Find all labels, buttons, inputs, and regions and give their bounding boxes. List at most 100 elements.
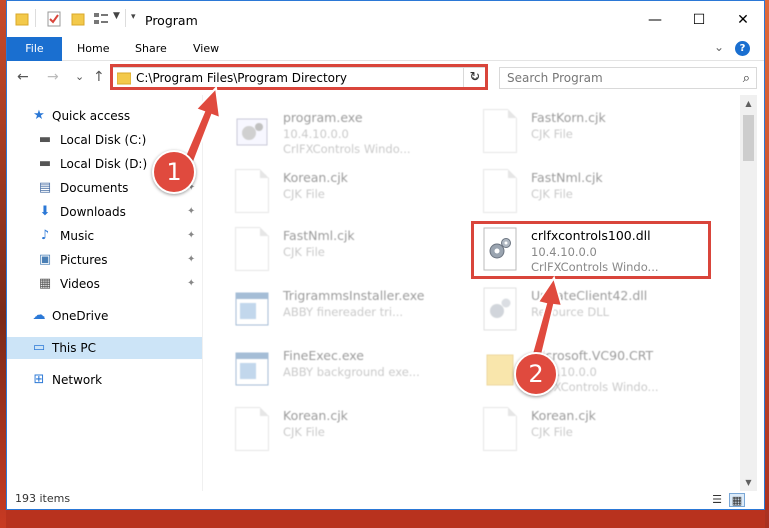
file-description: Resource DLL [531,305,610,319]
list-item[interactable]: UpdateClient42.dll Resource DLL [483,283,723,335]
step-2-badge: 2 [514,352,558,396]
window-app-icon [235,352,269,386]
file-description: ABBY background exe... [283,365,420,379]
documents-icon: ▤ [38,180,52,195]
close-button[interactable]: ✕ [721,7,764,33]
back-button[interactable]: ← [17,69,29,85]
sidebar-item-label: Documents [60,181,129,195]
star-icon: ★ [33,108,45,123]
new-folder-icon[interactable] [71,11,85,27]
search-placeholder: Search Program [507,71,603,85]
sidebar-item-label: Downloads [60,205,126,219]
file-name: UpdateClient42.dll [531,288,648,303]
file-highlight-box [471,221,711,279]
help-icon[interactable]: ? [735,41,750,56]
sidebar-item-downloads[interactable]: ⬇ Downloads ✦ [7,201,202,223]
details-view-icon[interactable]: ☰ [709,493,725,507]
dll-gear-icon [483,287,517,331]
pin-icon[interactable]: ✦ [187,225,195,247]
pin-icon[interactable]: ✦ [187,201,195,223]
music-icon: ♪ [40,228,50,243]
quick-access-dropdown-icon[interactable]: ▾ [131,12,136,22]
list-item[interactable]: program.exe 10.4.10.0.0 CrlFXControls Wi… [235,105,475,157]
sidebar-item-label: Local Disk (D:) [60,157,148,171]
tab-home[interactable]: Home [77,37,109,61]
computer-icon: ▭ [32,340,46,355]
pictures-icon: ▣ [38,252,52,267]
file-type: CJK File [531,187,573,201]
address-highlight-box [110,64,488,90]
list-item[interactable]: FineExec.exe ABBY background exe... [235,343,475,395]
file-type: CJK File [283,245,325,259]
scroll-thumb[interactable] [743,115,754,161]
drive-icon: ▬ [38,156,52,171]
file-name: program.exe [283,110,363,125]
recent-locations-button[interactable]: ⌄ [75,70,84,83]
tab-file[interactable]: File [7,37,62,61]
document-icon [235,169,269,213]
title-bar: ▼ ▾ Program — ☐ ✕ [7,1,764,37]
sidebar-item-label: Local Disk (C:) [60,133,147,147]
sidebar-item-music[interactable]: ♪ Music ✦ [7,225,202,247]
document-icon [235,407,269,451]
list-item[interactable]: FastKorn.cjk CJK File [483,105,723,157]
file-name: FastNml.cjk [531,170,603,185]
download-icon: ⬇ [39,204,51,219]
forward-button[interactable]: → [47,69,59,85]
file-type: CJK File [531,425,573,439]
pin-icon[interactable]: ✦ [187,249,195,271]
tab-share[interactable]: Share [135,37,167,61]
file-name: Korean.cjk [531,408,596,423]
folder-icon [486,354,514,386]
list-item[interactable]: TrigrammsInstaller.exe ABBY finereader t… [235,283,475,335]
maximize-button[interactable]: ☐ [677,7,721,33]
folder-icon [15,13,29,26]
sidebar-item-label: Music [60,229,95,243]
vertical-scrollbar[interactable]: ▲ ▼ [740,95,757,491]
properties-icon[interactable] [47,11,61,27]
list-item[interactable]: Korean.cjk CJK File [235,403,475,455]
pin-icon[interactable]: ✦ [187,273,195,295]
search-input[interactable]: Search Program ⌕ [499,67,757,89]
file-name: Korean.cjk [283,170,348,185]
file-type: CJK File [283,425,325,439]
sidebar-item-onedrive[interactable]: ☁ OneDrive [7,305,202,327]
sidebar-item-label: Videos [60,277,100,291]
scroll-down-icon[interactable]: ▼ [740,474,757,491]
search-icon: ⌕ [742,71,750,86]
document-icon [483,407,517,451]
list-item[interactable]: Korean.cjk CJK File [483,403,723,455]
document-icon [483,169,517,213]
sidebar-item-label: Pictures [60,253,108,267]
sidebar-item-videos[interactable]: ▦ Videos ✦ [7,273,202,295]
cloud-icon: ☁ [32,308,46,323]
drive-icon: ▬ [38,132,52,147]
window-title: Program [145,13,198,28]
list-item[interactable]: Korean.cjk CJK File [235,165,475,217]
up-button[interactable]: ↑ [93,69,105,85]
file-name: FastKorn.cjk [531,110,606,125]
tab-view[interactable]: View [193,37,219,61]
file-name: FineExec.exe [283,348,364,363]
file-version: 10.4.10.0.0 [283,127,349,141]
sidebar-item-local-disk-c[interactable]: ▬ Local Disk (C:) [7,129,202,151]
file-list: program.exe 10.4.10.0.0 CrlFXControls Wi… [205,95,740,491]
scroll-up-icon[interactable]: ▲ [740,95,757,112]
videos-icon: ▦ [38,276,52,291]
sidebar-item-network[interactable]: ⊞ Network [7,369,202,391]
list-item[interactable]: FastNml.cjk CJK File [235,223,475,275]
minimize-button[interactable]: — [633,7,677,33]
large-icons-view-icon[interactable]: ▦ [729,493,745,507]
list-item[interactable]: FastNml.cjk CJK File [483,165,723,217]
sidebar-item-label: This PC [52,341,96,355]
document-icon [235,227,269,271]
customize-toolbar-icon[interactable]: ▼ [113,11,120,21]
exe-gear-icon [236,118,268,146]
sidebar-item-quick-access[interactable]: ★ Quick access [7,105,202,127]
sidebar-item-this-pc[interactable]: ▭ This PC [7,337,202,359]
sidebar-item-pictures[interactable]: ▣ Pictures ✦ [7,249,202,271]
view-options-icon[interactable] [93,11,109,27]
file-type: CJK File [283,187,325,201]
file-description: CrlFXControls Windo... [283,142,411,156]
ribbon-expand-icon[interactable]: ⌄ [714,40,724,54]
